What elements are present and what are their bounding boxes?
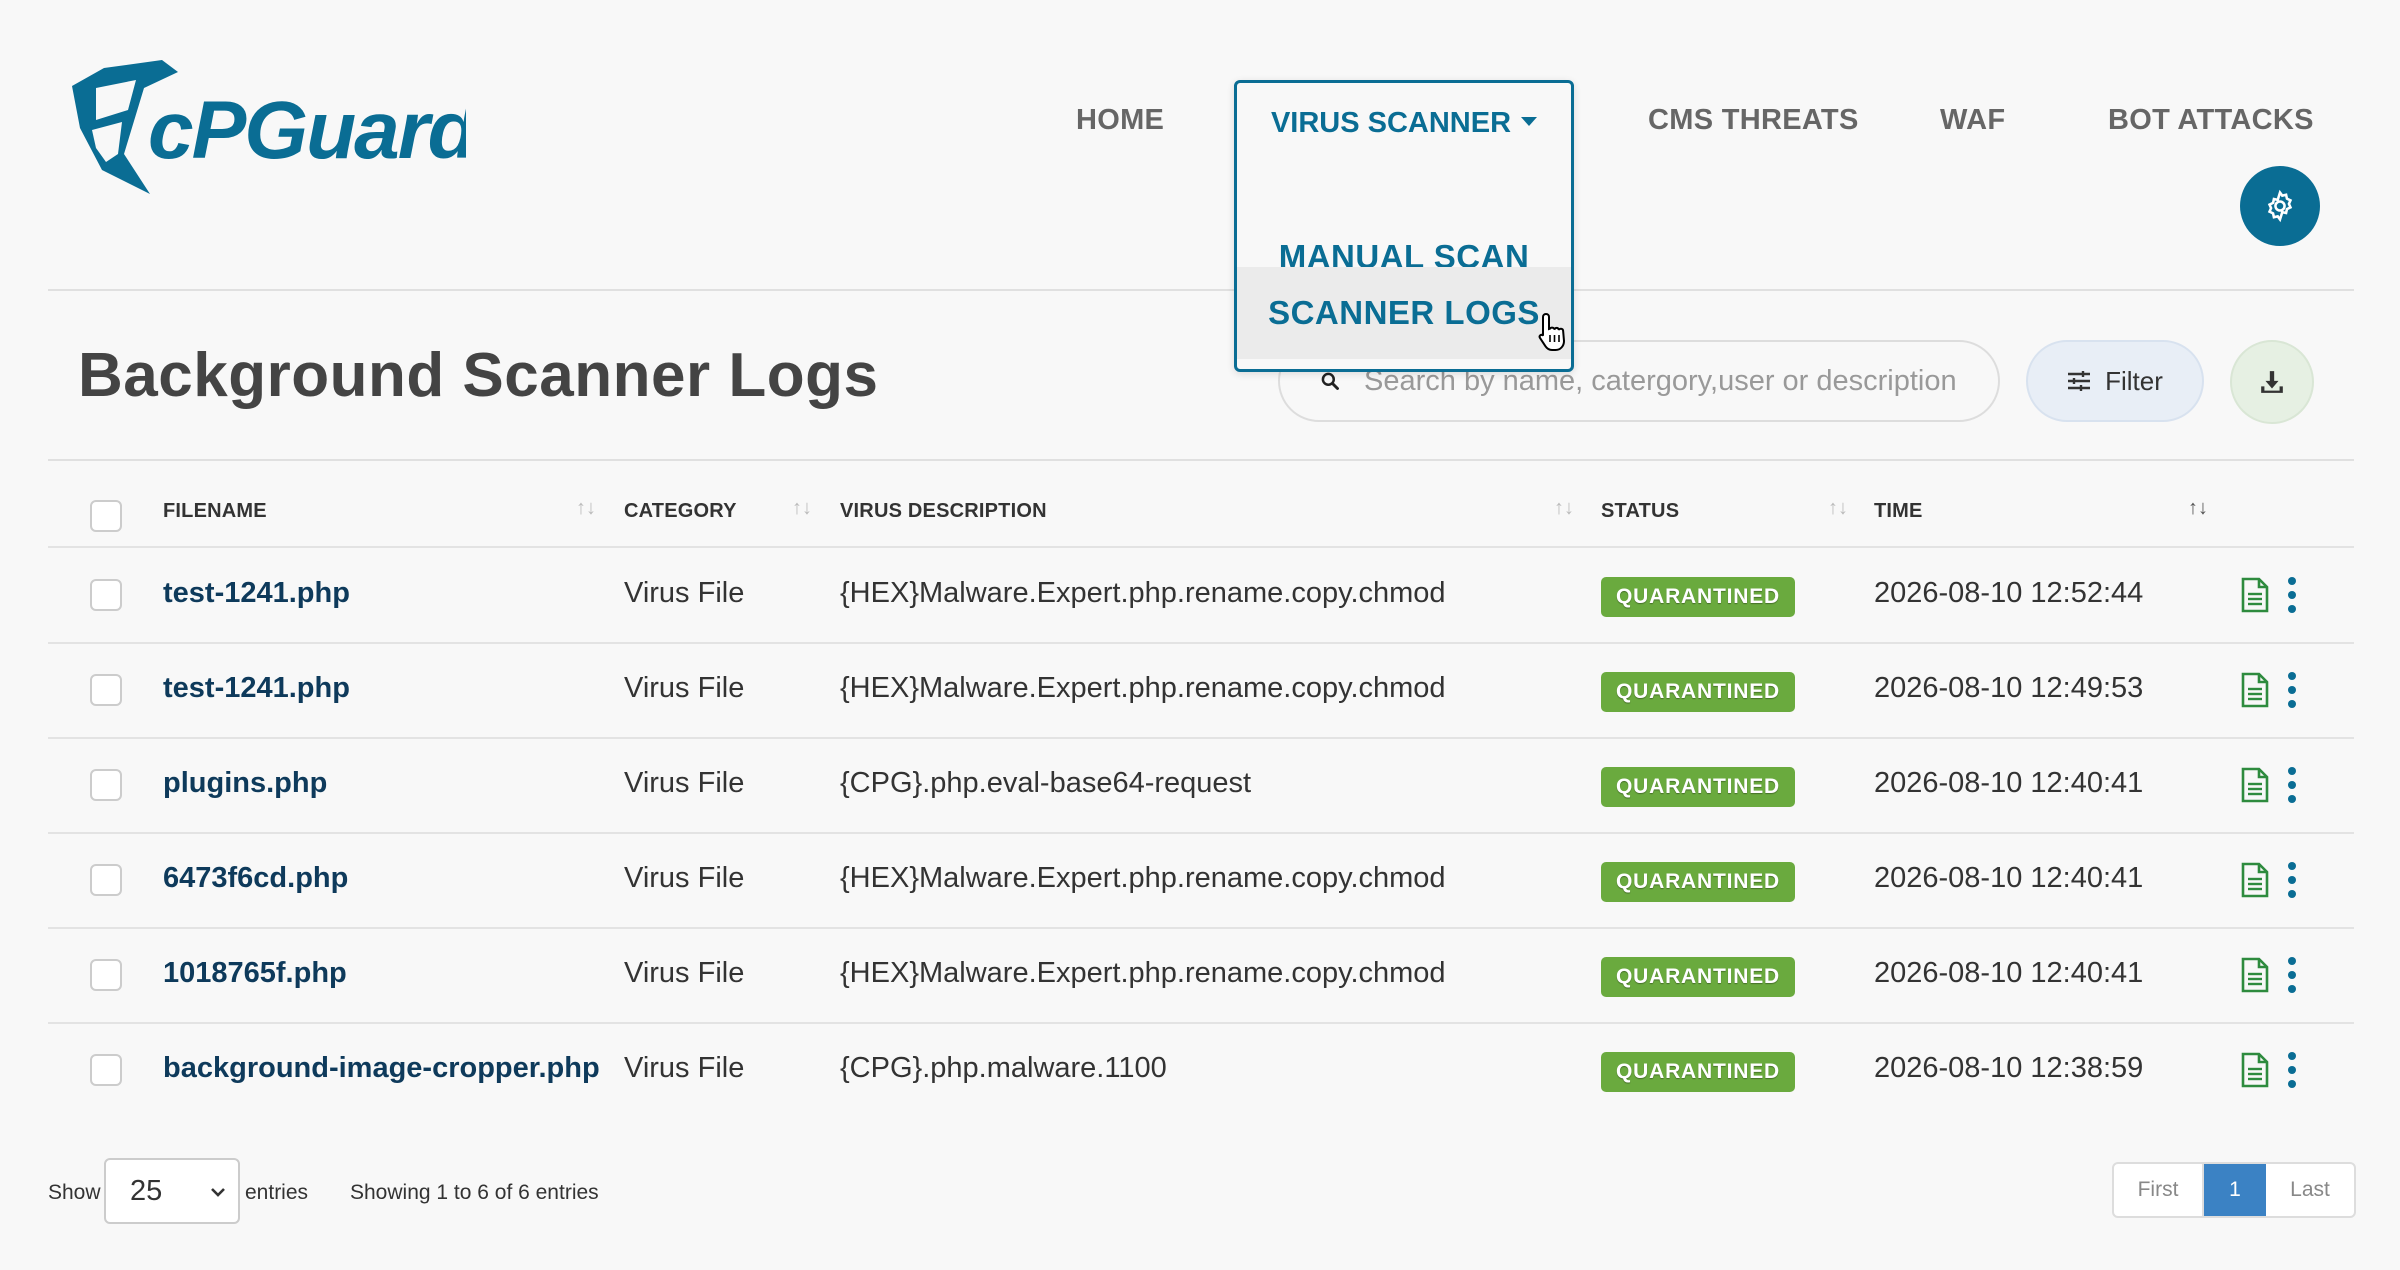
time-cell: 2026-08-10 12:52:44 (1874, 577, 2144, 609)
document-icon[interactable] (2240, 672, 2270, 708)
description-cell: {HEX}Malware.Expert.php.rename.copy.chmo… (840, 577, 1446, 609)
status-badge: QUARANTINED (1601, 577, 1795, 617)
document-icon[interactable] (2240, 957, 2270, 993)
header-row-divider (48, 546, 2354, 548)
sort-icon[interactable]: ↑↓ (2188, 497, 2208, 520)
row-checkbox[interactable] (90, 959, 122, 991)
document-icon[interactable] (2240, 767, 2270, 803)
row-divider (48, 642, 2354, 644)
column-header-filename[interactable]: FILENAME (163, 500, 267, 523)
document-icon[interactable] (2240, 1052, 2270, 1088)
description-cell: {CPG}.php.eval-base64-request (840, 767, 1252, 799)
row-checkbox[interactable] (90, 1054, 122, 1086)
row-divider (48, 927, 2354, 929)
row-checkbox[interactable] (90, 769, 122, 801)
category-cell: Virus File (624, 957, 745, 989)
settings-button[interactable] (2240, 166, 2320, 246)
nav-virus-scanner[interactable]: VIRUS SCANNER (1237, 107, 1571, 140)
pager-page-button[interactable]: 1 (2204, 1164, 2266, 1216)
time-cell: 2026-08-10 12:40:41 (1874, 862, 2144, 894)
filter-button[interactable]: Filter (2026, 340, 2204, 422)
time-cell: 2026-08-10 12:49:53 (1874, 672, 2144, 704)
kebab-menu-icon[interactable] (2286, 957, 2298, 993)
showing-info: Showing 1 to 6 of 6 entries (350, 1181, 599, 1204)
filename-cell[interactable]: background-image-cropper.php (163, 1052, 600, 1085)
document-icon[interactable] (2240, 862, 2270, 898)
hand-cursor-icon (1538, 312, 1566, 351)
nav-bot-attacks[interactable]: BOT ATTACKS (2108, 104, 2314, 137)
page-title: Background Scanner Logs (78, 341, 879, 410)
nav-home[interactable]: HOME (1076, 104, 1164, 137)
category-cell: Virus File (624, 672, 745, 704)
column-header-time[interactable]: TIME (1874, 500, 1923, 523)
download-icon (2261, 371, 2283, 393)
sort-icon[interactable]: ↑↓ (792, 497, 812, 520)
status-badge: QUARANTINED (1601, 957, 1795, 997)
category-cell: Virus File (624, 862, 745, 894)
download-button[interactable] (2230, 340, 2314, 424)
virus-scanner-dropdown[interactable]: VIRUS SCANNER MANUAL SCAN SCANNER LOGS (1234, 80, 1574, 372)
row-divider (48, 1022, 2354, 1024)
row-checkbox[interactable] (90, 864, 122, 896)
kebab-menu-icon[interactable] (2286, 767, 2298, 803)
column-header-category[interactable]: CATEGORY (624, 500, 737, 523)
row-checkbox[interactable] (90, 674, 122, 706)
nav-waf[interactable]: WAF (1940, 104, 2005, 137)
description-cell: {HEX}Malware.Expert.php.rename.copy.chmo… (840, 672, 1446, 704)
filename-cell[interactable]: test-1241.php (163, 672, 350, 705)
time-cell: 2026-08-10 12:40:41 (1874, 767, 2144, 799)
description-cell: {CPG}.php.malware.1100 (840, 1052, 1167, 1084)
sort-icon[interactable]: ↑↓ (1554, 497, 1574, 520)
description-cell: {HEX}Malware.Expert.php.rename.copy.chmo… (840, 957, 1446, 989)
pagination: First 1 Last (2112, 1162, 2356, 1218)
row-divider (48, 832, 2354, 834)
row-divider (48, 737, 2354, 739)
category-cell: Virus File (624, 1052, 745, 1084)
document-icon[interactable] (2240, 577, 2270, 613)
sliders-icon (2068, 371, 2091, 391)
table-top-divider (48, 459, 2354, 461)
select-all-checkbox[interactable] (90, 500, 122, 532)
pager-last-button[interactable]: Last (2266, 1164, 2354, 1216)
kebab-menu-icon[interactable] (2286, 862, 2298, 898)
status-badge: QUARANTINED (1601, 767, 1795, 807)
entries-label: entries (245, 1181, 309, 1204)
caret-down-icon (1521, 116, 1538, 126)
cpguard-logo[interactable]: cPGuard (66, 58, 466, 198)
category-cell: Virus File (624, 767, 745, 799)
time-cell: 2026-08-10 12:40:41 (1874, 957, 2144, 989)
column-header-status[interactable]: STATUS (1601, 500, 1679, 523)
header-divider (48, 289, 2354, 291)
description-cell: {HEX}Malware.Expert.php.rename.copy.chmo… (840, 862, 1446, 894)
status-badge: QUARANTINED (1601, 862, 1795, 902)
page-size-select[interactable]: 25 (104, 1158, 240, 1224)
page-size-value: 25 (130, 1174, 163, 1207)
menu-item-scanner-logs[interactable]: SCANNER LOGS (1237, 267, 1571, 359)
status-badge: QUARANTINED (1601, 672, 1795, 712)
show-label: Show (48, 1181, 101, 1204)
filename-cell[interactable]: plugins.php (163, 767, 327, 800)
kebab-menu-icon[interactable] (2286, 577, 2298, 613)
pager-first-button[interactable]: First (2114, 1164, 2204, 1216)
filename-cell[interactable]: 6473f6cd.php (163, 862, 348, 895)
category-cell: Virus File (624, 577, 745, 609)
kebab-menu-icon[interactable] (2286, 672, 2298, 708)
nav-cms-threats[interactable]: CMS THREATS (1648, 104, 1859, 137)
svg-text:cPGuard: cPGuard (148, 85, 466, 176)
column-header-virus-description[interactable]: VIRUS DESCRIPTION (840, 500, 1047, 523)
filter-label: Filter (2105, 365, 2163, 396)
filename-cell[interactable]: 1018765f.php (163, 957, 347, 990)
chevron-down-icon (211, 1188, 225, 1197)
sort-icon[interactable]: ↑↓ (1828, 497, 1848, 520)
search-icon (1321, 372, 1339, 390)
time-cell: 2026-08-10 12:38:59 (1874, 1052, 2144, 1084)
row-checkbox[interactable] (90, 579, 122, 611)
sort-icon[interactable]: ↑↓ (576, 497, 596, 520)
filename-cell[interactable]: test-1241.php (163, 577, 350, 610)
gear-icon (2267, 189, 2293, 223)
kebab-menu-icon[interactable] (2286, 1052, 2298, 1088)
status-badge: QUARANTINED (1601, 1052, 1795, 1092)
